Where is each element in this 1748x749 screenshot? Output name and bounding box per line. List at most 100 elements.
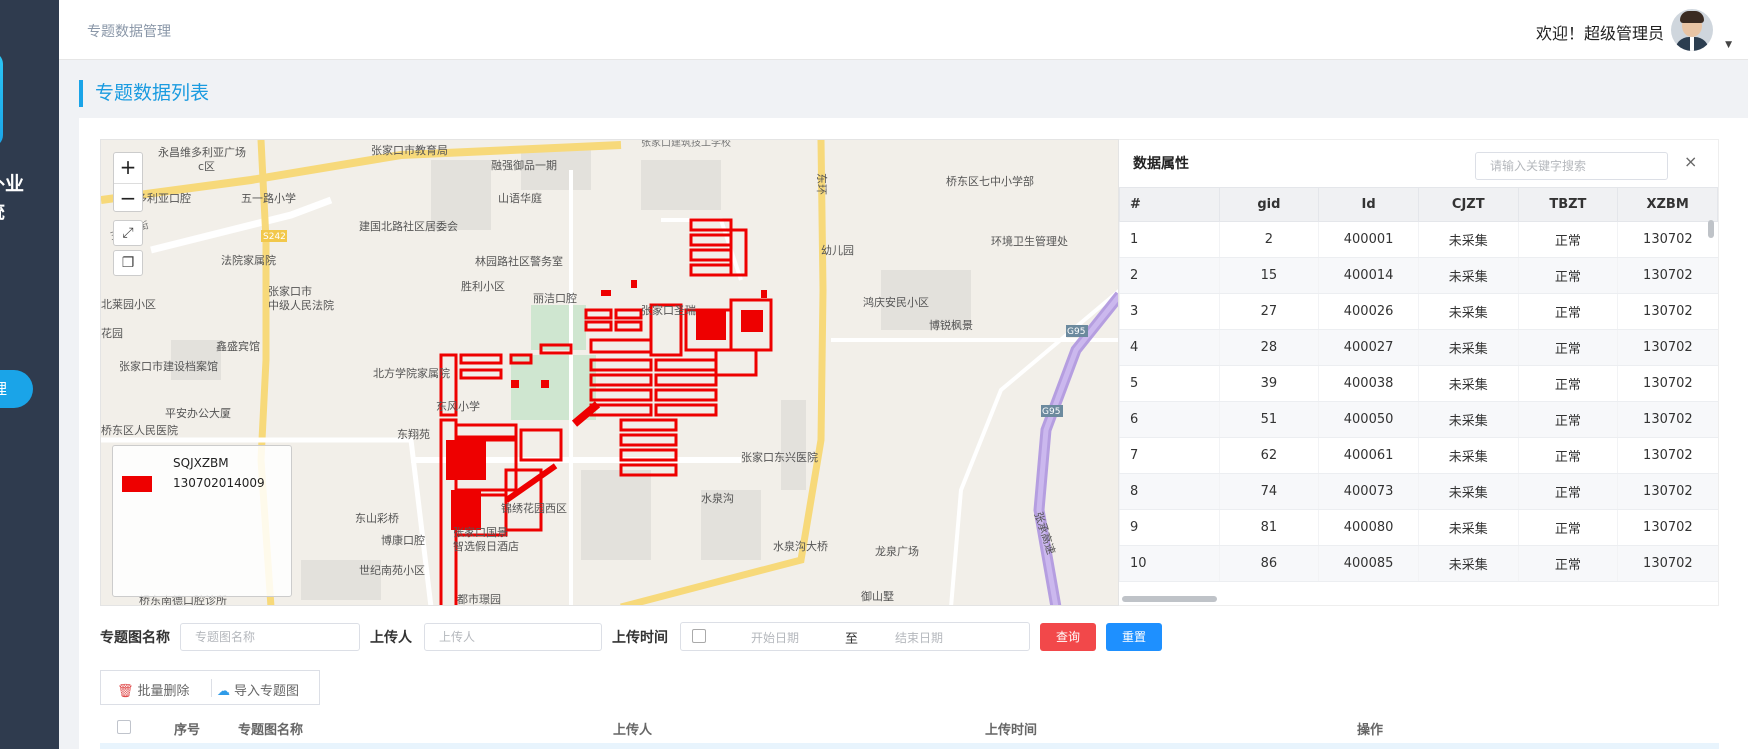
table-cell: 130702 [1617, 365, 1718, 402]
zoom-in-button[interactable]: + [114, 153, 142, 183]
table-cell: 400050 [1318, 401, 1419, 438]
column-header[interactable]: Id [1318, 187, 1419, 222]
table-row[interactable]: 4 28 400027 未采集 正常 130702 [1119, 329, 1718, 366]
table-cell: 400085 [1318, 545, 1419, 582]
trash-icon: 🗑 [117, 684, 134, 699]
column-header: 上传时间 [985, 723, 1038, 738]
date-range-picker[interactable]: 开始日期 至 结束日期 [680, 622, 1030, 651]
table-row[interactable]: 6 51 400050 未采集 正常 130702 [1119, 401, 1718, 438]
map-label: c区 [198, 160, 216, 173]
column-header[interactable]: TBZT [1517, 187, 1619, 222]
end-date[interactable]: 结束日期 [895, 629, 943, 646]
start-date[interactable]: 开始日期 [751, 629, 799, 646]
list-table-header: 序号 专题图名称 上传人 上传时间 操作 [100, 713, 1719, 749]
table-cell: 15 [1218, 257, 1319, 294]
column-header: 上传人 [613, 723, 653, 738]
column-header: 专题图名称 [238, 723, 304, 738]
table-cell: 4 [1119, 329, 1220, 366]
breadcrumb[interactable]: 专题数据管理 [87, 21, 171, 41]
map-label: 张家口市建设档案馆 [119, 360, 218, 373]
table-cell: 正常 [1517, 437, 1618, 474]
import-button[interactable]: ☁ 导入专题图 [217, 680, 299, 699]
name-filter-input[interactable] [180, 623, 360, 651]
map-label: 东风小学 [436, 400, 480, 413]
map-label: 花园 [101, 327, 123, 340]
map-label: 博康口腔 [381, 534, 425, 547]
table-row[interactable]: 9 81 400080 未采集 正常 130702 [1119, 509, 1718, 546]
table-cell: 9 [1119, 509, 1220, 546]
map-label: 胜利小区 [461, 280, 505, 293]
table-row[interactable]: 7 62 400061 未采集 正常 130702 [1119, 437, 1718, 474]
app-title: 外业 统 [0, 173, 25, 223]
map-label: 都市璟园 [457, 593, 501, 606]
column-header[interactable]: CJZT [1417, 187, 1519, 222]
map-label: 龙泉广场 [875, 545, 919, 558]
table-row[interactable]: 5 39 400038 未采集 正常 130702 [1119, 365, 1718, 402]
map-label: 北莱园小区 [101, 298, 156, 311]
table-cell: 7 [1119, 437, 1220, 474]
map-label: 北方学院家属院 [373, 367, 450, 380]
column-header[interactable]: gid [1218, 187, 1320, 222]
table-cell: 正常 [1517, 545, 1618, 582]
map-label: 张家口建筑技工学校 [641, 139, 731, 149]
table-row[interactable]: 2 15 400014 未采集 正常 130702 [1119, 257, 1718, 294]
table-cell: 未采集 [1417, 221, 1519, 258]
column-header[interactable]: # [1119, 187, 1220, 222]
table-cell: 130702 [1617, 221, 1718, 258]
table-cell: 未采集 [1417, 365, 1519, 402]
table-row[interactable]: 3 27 400026 未采集 正常 130702 [1119, 293, 1718, 330]
batch-delete-button[interactable]: 🗑 批量删除 [117, 680, 190, 699]
map-label: 御山墅 [861, 590, 894, 603]
table-cell: 3 [1119, 293, 1220, 330]
table-cell: 130702 [1617, 509, 1718, 546]
table-cell: 130702 [1617, 401, 1718, 438]
map-view[interactable]: S242 G95 G95 永昌维多利亚广场 c区 张家口市教育局 融强御品一期 … [100, 139, 1119, 606]
page-title: 专题数据列表 [79, 80, 209, 107]
table-row[interactable]: 1 2 400001 未采集 正常 130702 [1119, 221, 1718, 258]
select-all-checkbox[interactable] [117, 720, 131, 734]
vertical-scrollbar[interactable] [1708, 220, 1714, 238]
table-cell: 6 [1119, 401, 1220, 438]
chevron-down-icon[interactable]: ▼ [1725, 40, 1732, 50]
map-label: 桥东区七中小学部 [946, 175, 1034, 188]
horizontal-scrollbar[interactable] [1122, 596, 1217, 602]
divider [211, 679, 212, 697]
map-label: 五一路小学 [241, 192, 296, 205]
fullscreen-icon[interactable]: ⤢ [113, 220, 143, 246]
map-label: 张家口圣瑞 [641, 304, 696, 317]
table-cell: 400073 [1318, 473, 1419, 510]
table-cell: 28 [1218, 329, 1319, 366]
attribute-search-input[interactable] [1475, 152, 1668, 180]
legend-swatch [122, 476, 152, 492]
reset-button[interactable]: 重置 [1106, 623, 1162, 651]
zoom-control: + − [113, 152, 143, 212]
map-legend: SQJXZBM 130702014009 [112, 445, 292, 597]
map-label: 山语华庭 [498, 192, 542, 205]
table-cell: 正常 [1517, 473, 1618, 510]
map-label: 锦绣花园西区 [501, 502, 567, 515]
attribute-table: # gid Id CJZT TBZT XZBM 1 2 400001 未采集 正常 130… [1119, 187, 1718, 582]
map-label: 东环 [815, 173, 828, 195]
table-row[interactable]: 8 74 400073 未采集 正常 130702 [1119, 473, 1718, 510]
map-label: 智选假日酒店 [453, 540, 519, 553]
uploader-filter-label: 上传人 [370, 630, 412, 646]
map-label: 东翔苑 [397, 428, 430, 441]
layers-icon[interactable]: ❐ [113, 250, 143, 276]
query-button[interactable]: 查询 [1040, 623, 1096, 651]
column-header[interactable]: XZBM [1617, 187, 1718, 222]
table-cell: 未采集 [1417, 329, 1519, 366]
map-label: 环境卫生管理处 [991, 235, 1068, 248]
sidebar-item-active[interactable]: 理 [0, 370, 33, 408]
avatar[interactable] [1671, 9, 1713, 51]
table-row[interactable]: 10 86 400085 未采集 正常 130702 [1119, 545, 1718, 582]
table-cell: 正常 [1517, 365, 1618, 402]
zoom-out-button[interactable]: − [114, 183, 142, 213]
uploader-filter-input[interactable] [424, 623, 602, 651]
map-label: 中级人民法院 [268, 299, 334, 312]
cloud-upload-icon: ☁ [217, 684, 230, 699]
map-label: 张家口东兴医院 [741, 451, 818, 464]
action-bar: 🗑 批量删除 ☁ 导入专题图 [100, 670, 320, 705]
map-label: 东山彩桥 [355, 512, 399, 525]
close-icon[interactable]: × [1684, 152, 1697, 171]
table-cell: 未采集 [1417, 545, 1519, 582]
